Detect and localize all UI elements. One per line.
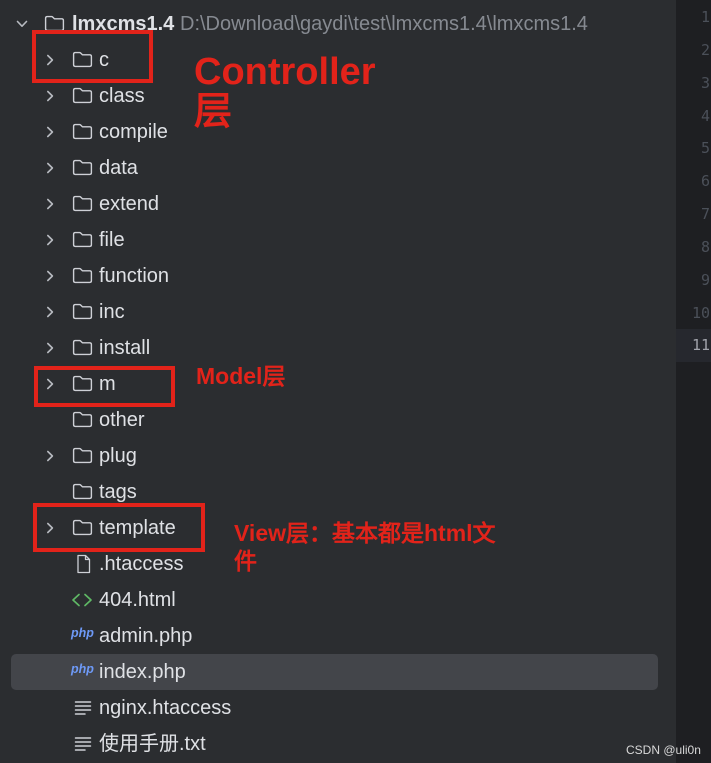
line-number: 3 — [700, 73, 710, 92]
folder-icon — [72, 123, 93, 141]
tree-item-label: file — [99, 229, 125, 251]
tree-item-label: tags — [99, 481, 137, 503]
tree-row-extend[interactable]: extend — [0, 186, 676, 222]
chevron-down-icon[interactable] — [16, 20, 28, 28]
tree-row-user-manual-txt[interactable]: 使用手册.txt — [0, 726, 676, 762]
editor-line-number-gutter[interactable]: 1 2 3 4 5 6 7 8 9 10 11 — [676, 0, 711, 763]
folder-icon — [72, 87, 93, 105]
tree-item-label: 404.html — [99, 589, 176, 611]
html-file-icon — [71, 593, 93, 607]
current-line-number: 11 — [676, 329, 711, 363]
annotation-controller-label: Controller层 — [194, 51, 376, 133]
tree-item-label: function — [99, 265, 170, 287]
tree-row-plug[interactable]: plug — [0, 438, 676, 474]
project-path: D:\Download\gaydi\test\lmxcms1.4\lmxcms1… — [180, 13, 588, 35]
annotation-box-template — [33, 503, 205, 552]
chevron-right-icon[interactable] — [45, 450, 55, 462]
folder-icon — [72, 339, 93, 357]
tree-item-label: .htaccess — [99, 553, 184, 575]
folder-icon — [72, 159, 93, 177]
php-file-icon: php — [71, 626, 94, 640]
tree-item-label: index.php — [99, 661, 186, 683]
tree-item-label: extend — [99, 193, 160, 215]
annotation-view-label: View层：基本都是html文件 — [234, 520, 496, 574]
tree-item-label: nginx.htaccess — [99, 697, 232, 719]
tree-row-admin-php[interactable]: php admin.php — [0, 618, 676, 654]
tree-item-label: other — [99, 409, 145, 431]
tree-item-label: inc — [99, 301, 125, 323]
annotation-model-label: Model层 — [196, 363, 286, 389]
line-number: 8 — [700, 237, 710, 256]
chevron-right-icon[interactable] — [45, 90, 55, 102]
tree-item-label: install — [99, 337, 151, 359]
tree-row-inc[interactable]: inc — [0, 294, 676, 330]
chevron-right-icon[interactable] — [45, 234, 55, 246]
line-number: 9 — [700, 270, 710, 289]
folder-icon — [72, 195, 93, 213]
line-number: 4 — [700, 106, 710, 125]
tree-item-label: class — [99, 85, 145, 107]
folder-icon — [72, 483, 93, 501]
folder-icon — [72, 303, 93, 321]
folder-icon — [72, 231, 93, 249]
text-file-icon — [74, 736, 92, 752]
tree-item-label: plug — [99, 445, 137, 467]
chevron-right-icon[interactable] — [45, 198, 55, 210]
annotation-box-c — [32, 30, 153, 83]
tree-row-nginx-htaccess[interactable]: nginx.htaccess — [0, 690, 676, 726]
line-number: 5 — [700, 139, 710, 158]
tree-row-other[interactable]: other — [0, 402, 676, 438]
text-file-icon — [74, 700, 92, 716]
htaccess-file-icon — [74, 554, 92, 574]
watermark: CSDN @uli0n — [626, 743, 701, 757]
tree-row-404-html[interactable]: 404.html — [0, 582, 676, 618]
ide-window: lmxcms1.4 D:\Download\gaydi\test\lmxcms1… — [0, 0, 711, 763]
folder-icon — [72, 411, 93, 429]
tree-item-label: data — [99, 157, 138, 179]
folder-icon — [72, 267, 93, 285]
tree-row-data[interactable]: data — [0, 150, 676, 186]
tree-item-label: admin.php — [99, 625, 193, 647]
chevron-right-icon[interactable] — [45, 162, 55, 174]
tree-item-label: compile — [99, 121, 168, 143]
tree-row-function[interactable]: function — [0, 258, 676, 294]
tree-row-file[interactable]: file — [0, 222, 676, 258]
tree-row-index-php[interactable]: php index.php — [0, 654, 676, 690]
chevron-right-icon[interactable] — [45, 342, 55, 354]
tree-item-label: 使用手册.txt — [99, 733, 206, 755]
php-file-icon: php — [71, 662, 94, 676]
line-number: 10 — [691, 303, 710, 322]
folder-icon — [72, 447, 93, 465]
line-number: 1 — [700, 8, 710, 26]
annotation-box-m — [34, 366, 175, 407]
chevron-right-icon[interactable] — [45, 306, 55, 318]
line-number: 7 — [700, 205, 710, 224]
chevron-right-icon[interactable] — [45, 126, 55, 138]
chevron-right-icon[interactable] — [45, 270, 55, 282]
tree-row-install[interactable]: install — [0, 330, 676, 366]
line-number: 6 — [700, 172, 710, 191]
line-number: 2 — [700, 40, 710, 59]
